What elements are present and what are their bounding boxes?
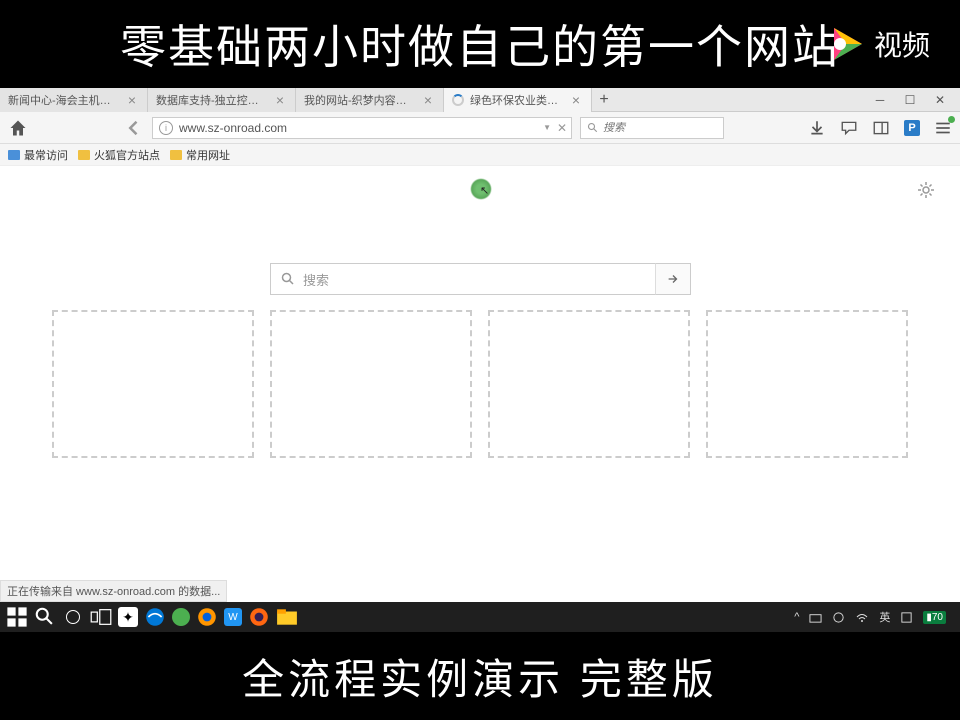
app-icon-1[interactable]: ✦ (118, 607, 138, 627)
wifi-icon[interactable] (855, 610, 869, 624)
tab-3[interactable]: 我的网站-织梦内容管理系统 V5 × (296, 88, 444, 112)
start-icon[interactable] (6, 606, 28, 628)
system-tray: ^ 英 ▮70 (794, 609, 954, 625)
chat-icon[interactable] (840, 119, 858, 137)
pocket-icon[interactable]: P (904, 120, 920, 136)
tray-icon[interactable] (809, 611, 822, 624)
loading-spinner-icon (452, 94, 464, 106)
dropdown-icon[interactable]: ▼ (543, 123, 551, 132)
tab-label: 我的网站-织梦内容管理系统 V5 (304, 92, 415, 108)
menu-icon[interactable] (934, 119, 952, 137)
tile-placeholder[interactable] (488, 310, 690, 458)
watermark-logo: 视频 (822, 20, 930, 68)
close-icon[interactable]: ✕ (932, 92, 948, 108)
ime-indicator[interactable]: 英 (879, 609, 890, 625)
search-icon (281, 272, 295, 286)
tray-icon[interactable] (832, 611, 845, 624)
edge-icon[interactable] (144, 606, 166, 628)
gear-icon[interactable] (916, 180, 936, 200)
maximize-icon[interactable]: ☐ (902, 92, 918, 108)
subtitle-text: 全流程实例演示 完整版 (242, 646, 718, 707)
app-icon-3[interactable]: W (224, 608, 242, 626)
tray-icon[interactable] (900, 611, 913, 624)
bookmarks-bar: 最常访问 火狐官方站点 常用网址 (0, 144, 960, 166)
firefox-icon[interactable] (196, 606, 218, 628)
nav-toolbar: i www.sz-onroad.com ▼ ✕ P (0, 112, 960, 144)
explorer-icon[interactable] (276, 606, 298, 628)
close-icon[interactable]: × (273, 93, 287, 107)
search-input[interactable] (603, 122, 717, 134)
search-placeholder: 搜索 (303, 270, 329, 289)
page-content: ↖ 搜索 正在传输来自 www.sz-onroad.com 的数据... (0, 166, 960, 602)
folder-icon (78, 150, 90, 160)
close-icon[interactable]: × (421, 93, 435, 107)
bookmark-most-visited[interactable]: 最常访问 (8, 147, 68, 163)
download-icon[interactable] (808, 119, 826, 137)
bookmark-icon (8, 150, 20, 160)
sidebar-icon[interactable] (872, 119, 890, 137)
window-controls: ─ ☐ ✕ (872, 92, 960, 108)
toolbar-right-icons: P (808, 119, 952, 137)
tab-4-active[interactable]: 绿色环保农业类网站织梦模 × (444, 88, 592, 112)
new-tab-button[interactable]: + (592, 91, 616, 109)
bookmark-label: 火狐官方站点 (94, 147, 160, 163)
tab-2[interactable]: 数据库支持-独立控制面板 × (148, 88, 296, 112)
firefox-icon-2[interactable] (248, 606, 270, 628)
top-sites-tiles (52, 310, 908, 458)
notification-badge (948, 116, 955, 123)
tile-placeholder[interactable] (270, 310, 472, 458)
minimize-icon[interactable]: ─ (872, 92, 888, 108)
address-bar[interactable]: i www.sz-onroad.com ▼ ✕ (152, 117, 572, 139)
tile-placeholder[interactable] (52, 310, 254, 458)
bookmark-label: 最常访问 (24, 147, 68, 163)
windows-taskbar: ✦ W ^ 英 ▮70 (0, 602, 960, 632)
watermark-text: 视频 (874, 24, 930, 64)
video-subtitle-overlay: 全流程实例演示 完整版 (0, 632, 960, 720)
home-icon[interactable] (8, 118, 28, 138)
video-title-text: 零基础两小时做自己的第一个网站 (120, 11, 840, 77)
tabs-bar: 新闻中心-海会主机专业提供虚 × 数据库支持-独立控制面板 × 我的网站-织梦内… (0, 88, 960, 112)
battery-icon[interactable]: ▮70 (923, 611, 946, 624)
stop-icon[interactable]: ✕ (557, 121, 567, 135)
search-go-button[interactable] (655, 263, 691, 295)
taskview-icon[interactable] (90, 606, 112, 628)
cortana-icon[interactable] (62, 606, 84, 628)
bookmark-common[interactable]: 常用网址 (170, 147, 230, 163)
app-icon-2[interactable] (172, 608, 190, 626)
tab-label: 新闻中心-海会主机专业提供虚 (8, 92, 119, 108)
play-logo-icon (822, 20, 870, 68)
status-bar: 正在传输来自 www.sz-onroad.com 的数据... (0, 580, 227, 602)
tab-label: 数据库支持-独立控制面板 (156, 92, 267, 108)
browser-window: 新闻中心-海会主机专业提供虚 × 数据库支持-独立控制面板 × 我的网站-织梦内… (0, 88, 960, 602)
browser-search-bar[interactable] (580, 117, 724, 139)
close-icon[interactable]: × (125, 93, 139, 107)
bookmark-label: 常用网址 (186, 147, 230, 163)
newtab-search-box[interactable]: 搜索 (270, 263, 690, 295)
tab-1[interactable]: 新闻中心-海会主机专业提供虚 × (0, 88, 148, 112)
bookmark-firefox[interactable]: 火狐官方站点 (78, 147, 160, 163)
info-icon[interactable]: i (159, 121, 173, 135)
video-title-overlay-top: 零基础两小时做自己的第一个网站 视频 (0, 0, 960, 88)
search-icon[interactable] (34, 606, 56, 628)
folder-icon (170, 150, 182, 160)
url-text: www.sz-onroad.com (179, 121, 287, 135)
close-icon[interactable]: × (569, 93, 583, 107)
cursor-icon: ↖ (480, 184, 489, 197)
tray-chevron-icon[interactable]: ^ (794, 611, 799, 623)
back-icon[interactable] (124, 118, 144, 138)
tile-placeholder[interactable] (706, 310, 908, 458)
tab-label: 绿色环保农业类网站织梦模 (470, 92, 563, 108)
